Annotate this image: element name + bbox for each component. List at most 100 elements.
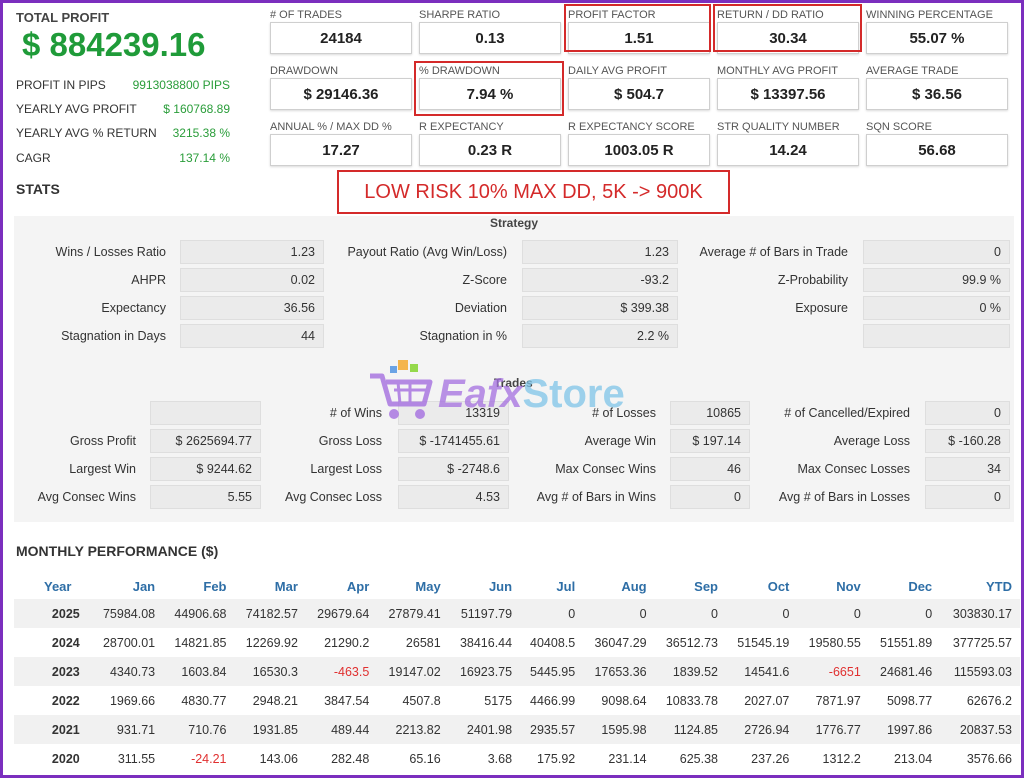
stat-value: 2.2 % — [522, 324, 678, 348]
month-value-cell: 9098.64 — [601, 693, 647, 708]
month-value-cell: 74182.57 — [234, 599, 306, 628]
month-value-cell: 5175 — [484, 693, 513, 708]
trade-value: 0 — [925, 401, 1010, 425]
summary-row-cagr: CAGR 137.14 % — [16, 151, 230, 165]
month-value-cell: 237.26 — [751, 751, 790, 766]
month-value-cell: 20837.53 — [940, 715, 1020, 744]
month-value-cell: 282.48 — [331, 751, 370, 766]
column-header: Jan — [132, 578, 156, 594]
month-value-cell: 115593.03 — [940, 657, 1020, 686]
month-value-cell: 2726.94 — [726, 715, 798, 744]
metric-value-r-expectancy: 0.23 R — [419, 134, 561, 166]
trade-value: 5.55 — [150, 485, 261, 509]
metric-value-trades: 24184 — [270, 22, 412, 54]
trade-value-empty — [150, 401, 261, 425]
year-cell: 2020 — [51, 751, 80, 766]
metric-value-sharpe: 0.13 — [419, 22, 561, 54]
trade-label: Avg # of Bars in Wins — [536, 490, 656, 504]
month-value-cell: 28700.01 — [102, 635, 156, 650]
watermark-brand-a: Eafx — [438, 372, 523, 416]
month-value-cell: 65.16 — [409, 751, 441, 766]
month-value-cell: 1603.84 — [163, 657, 235, 686]
trade-label: Largest Loss — [310, 462, 382, 476]
trade-label: # of Cancelled/Expired — [784, 406, 910, 420]
month-value-cell: 5445.95 — [520, 657, 584, 686]
metric-value-daily-avg: $ 504.7 — [568, 78, 710, 110]
column-header: Oct — [767, 578, 790, 594]
metric-label: DAILY AVG PROFIT — [568, 65, 668, 77]
summary-label: PROFIT IN PIPS — [16, 78, 106, 92]
month-value-cell: 19147.02 — [377, 657, 449, 686]
trade-value: 34 — [925, 457, 1010, 481]
month-value-cell: 62676.2 — [966, 693, 1012, 708]
metric-label: MONTHLY AVG PROFIT — [717, 65, 839, 77]
metric-label: ANNUAL % / MAX DD % — [270, 121, 392, 133]
column-header: Year — [44, 578, 72, 594]
table-row: 2020 311.55 -24.21 143.06 282.48 65.16 3.68 175… — [14, 744, 1020, 773]
month-value-cell: 175.92 — [536, 751, 576, 766]
summary-value: $ 160768.89 — [163, 102, 230, 116]
trade-value: 0 — [925, 485, 1010, 509]
month-value-cell: 1969.66 — [109, 693, 156, 708]
year-cell: 2025 — [14, 599, 92, 628]
month-value-cell: 489.44 — [305, 715, 378, 744]
month-value-cell: 4830.77 — [181, 693, 227, 708]
stat-value: 1.23 — [522, 240, 678, 264]
stat-label: Z-Score — [462, 273, 507, 287]
metric-value-annual-maxdd: 17.27 — [270, 134, 412, 166]
stats-title: STATS — [16, 181, 60, 197]
summary-label: YEARLY AVG % RETURN — [16, 126, 157, 140]
month-value-cell: 0 — [654, 599, 726, 628]
stat-value: 0 % — [863, 296, 1010, 320]
column-header: Aug — [621, 578, 647, 594]
stat-value-empty — [863, 324, 1010, 348]
month-value-cell: 2935.57 — [520, 715, 584, 744]
shopping-cart-icon — [370, 360, 433, 419]
trade-value: $ 197.14 — [670, 429, 750, 453]
callout-banner: LOW RISK 10% MAX DD, 5K -> 900K — [337, 170, 730, 214]
month-value-cell: 4466.99 — [530, 693, 576, 708]
month-value-cell: 51545.19 — [737, 635, 790, 650]
table-row: 2022 1969.66 4830.77 2948.21 3847.54 4507.8 51… — [14, 686, 1020, 715]
metric-label: SQN SCORE — [866, 121, 933, 133]
month-value-cell: 213.04 — [893, 751, 933, 766]
trade-value: $ -2748.6 — [398, 457, 509, 481]
summary-row-pips: PROFIT IN PIPS 9913038800 PIPS — [16, 78, 230, 92]
column-header: Apr — [346, 578, 370, 594]
summary-label: CAGR — [16, 151, 51, 165]
month-value-cell: 0 — [520, 599, 584, 628]
month-value-cell: 1124.85 — [654, 715, 726, 744]
total-profit-label: TOTAL PROFIT — [16, 10, 110, 25]
month-value-cell: 4340.73 — [91, 657, 164, 686]
summary-row-yearly-avg-return: YEARLY AVG % RETURN 3215.38 % — [16, 126, 230, 140]
eafx-store-watermark: EafxStore — [368, 358, 668, 424]
stat-label: Expectancy — [101, 301, 166, 315]
monthly-performance-table: Year Jan Feb Mar Apr May Jun Jul Aug Sep Oct Nov Dec… — [14, 573, 1020, 773]
total-profit-value: $ 884239.16 — [22, 26, 206, 63]
stat-value: 36.56 — [180, 296, 324, 320]
month-value-cell: 21290.2 — [324, 635, 370, 650]
trade-value: 4.53 — [398, 485, 509, 509]
month-value-cell: 14541.6 — [726, 657, 798, 686]
column-header: Nov — [836, 578, 861, 594]
trade-value: $ -1741455.61 — [398, 429, 509, 453]
trade-value: 0 — [670, 485, 750, 509]
month-value-cell: -24.21 — [191, 751, 227, 766]
month-value-cell: 40408.5 — [530, 635, 576, 650]
column-header: Jun — [488, 578, 513, 594]
highlight-pct-drawdown — [414, 61, 564, 116]
column-header: Mar — [274, 578, 298, 594]
year-cell: 2023 — [14, 657, 92, 686]
month-value-cell: 75984.08 — [91, 599, 164, 628]
metric-value-avg-trade: $ 36.56 — [866, 78, 1008, 110]
month-value-cell: 1595.98 — [583, 715, 655, 744]
stat-label: Stagnation in % — [419, 329, 507, 343]
column-header: May — [415, 578, 441, 594]
stat-label: Payout Ratio (Avg Win/Loss) — [347, 245, 507, 259]
table-row: 2024 28700.01 14821.85 12269.92 21290.2 26581… — [14, 628, 1020, 657]
summary-label: YEARLY AVG PROFIT — [16, 102, 137, 116]
month-value-cell: 7871.97 — [815, 693, 861, 708]
month-value-cell: 5098.77 — [886, 693, 933, 708]
stat-label: Average # of Bars in Trade — [699, 245, 848, 259]
stat-value: 1.23 — [180, 240, 324, 264]
